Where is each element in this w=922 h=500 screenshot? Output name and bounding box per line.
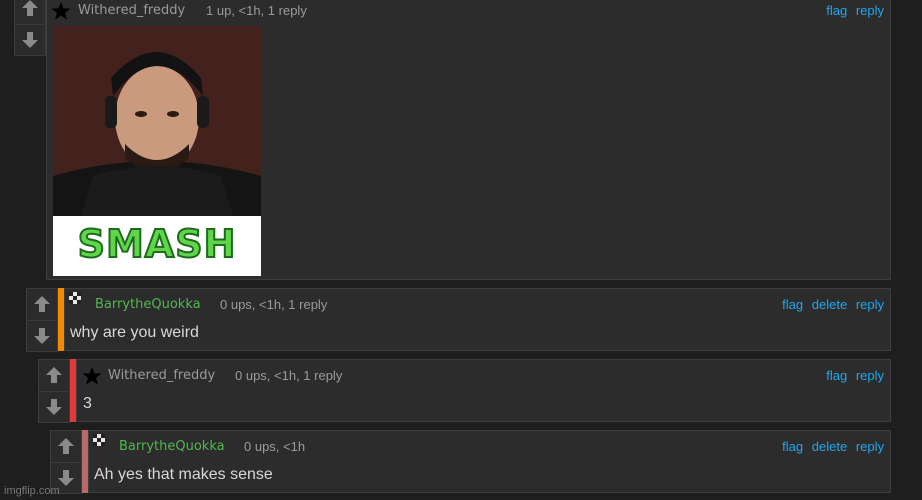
reply-link[interactable]: reply: [856, 297, 884, 312]
username[interactable]: BarrytheQuokka: [119, 439, 225, 454]
comment-header: BarrytheQuokka 0 ups, <1h flag delete re…: [89, 431, 890, 459]
arrow-down-icon: [34, 328, 50, 344]
reply-link[interactable]: reply: [856, 3, 884, 18]
delete-link[interactable]: delete: [812, 297, 847, 312]
reply-link[interactable]: reply: [856, 439, 884, 454]
flag-link[interactable]: flag: [782, 439, 803, 454]
downvote-button[interactable]: [39, 391, 69, 422]
comment-actions: flag delete reply: [777, 439, 884, 454]
username[interactable]: Withered_freddy: [108, 368, 215, 383]
upvote-button[interactable]: [51, 431, 81, 461]
comment-meta: 1 up, <1h, 1 reply: [206, 3, 307, 18]
imgflip-watermark: imgflip.com: [4, 485, 60, 497]
comment-meta: 0 ups, <1h, 1 reply: [235, 368, 343, 383]
arrow-down-icon: [46, 399, 62, 415]
comment-body: BarrytheQuokka 0 ups, <1h flag delete re…: [88, 430, 891, 493]
comment-header: Withered_freddy 0 ups, <1h, 1 reply flag…: [77, 360, 890, 388]
comment-text: why are you weird: [70, 324, 199, 341]
star-icon: [51, 2, 71, 20]
comment-body: BarrytheQuokka 0 ups, <1h, 1 reply flag …: [64, 288, 891, 351]
photo-of-man-with-headphones: [53, 26, 261, 216]
flag-link[interactable]: flag: [782, 297, 803, 312]
meme-image[interactable]: SMASH: [53, 26, 261, 276]
comment-actions: flag delete reply: [777, 297, 884, 312]
arrow-down-icon: [58, 470, 74, 486]
username[interactable]: Withered_freddy: [78, 3, 185, 18]
comment-header: Withered_freddy 1 up, <1h, 1 reply flag …: [47, 0, 890, 23]
comment-header: BarrytheQuokka 0 ups, <1h, 1 reply flag …: [65, 289, 890, 317]
arrow-up-icon: [22, 0, 38, 16]
checker-icon: [93, 434, 105, 446]
comment-actions: flag reply: [821, 3, 884, 18]
upvote-button[interactable]: [39, 360, 69, 390]
username[interactable]: BarrytheQuokka: [95, 297, 201, 312]
upvote-button[interactable]: [27, 289, 57, 319]
comment-meta: 0 ups, <1h, 1 reply: [220, 297, 328, 312]
flag-link[interactable]: flag: [826, 3, 847, 18]
comment-body: Withered_freddy 1 up, <1h, 1 reply flag …: [46, 0, 891, 280]
vote-box: [14, 0, 46, 56]
comment-text: Ah yes that makes sense: [94, 466, 273, 483]
arrow-down-icon: [22, 32, 38, 48]
comment-actions: flag reply: [821, 368, 884, 383]
comment-meta: 0 ups, <1h: [244, 439, 306, 454]
comment-text: 3: [83, 395, 92, 412]
meme-caption: SMASH: [77, 221, 237, 267]
vote-box: [26, 288, 58, 352]
comment-1: Withered_freddy 1 up, <1h, 1 reply flag …: [0, 0, 922, 282]
downvote-button[interactable]: [15, 24, 45, 55]
delete-link[interactable]: delete: [812, 439, 847, 454]
comment-body: Withered_freddy 0 ups, <1h, 1 reply flag…: [76, 359, 891, 422]
downvote-button[interactable]: [27, 320, 57, 351]
flag-link[interactable]: flag: [826, 368, 847, 383]
arrow-up-icon: [58, 438, 74, 454]
vote-box: [38, 359, 70, 423]
star-icon: [82, 367, 102, 385]
arrow-up-icon: [34, 296, 50, 312]
arrow-up-icon: [46, 367, 62, 383]
reply-link[interactable]: reply: [856, 368, 884, 383]
upvote-button[interactable]: [15, 0, 45, 23]
checker-icon: [69, 292, 81, 304]
